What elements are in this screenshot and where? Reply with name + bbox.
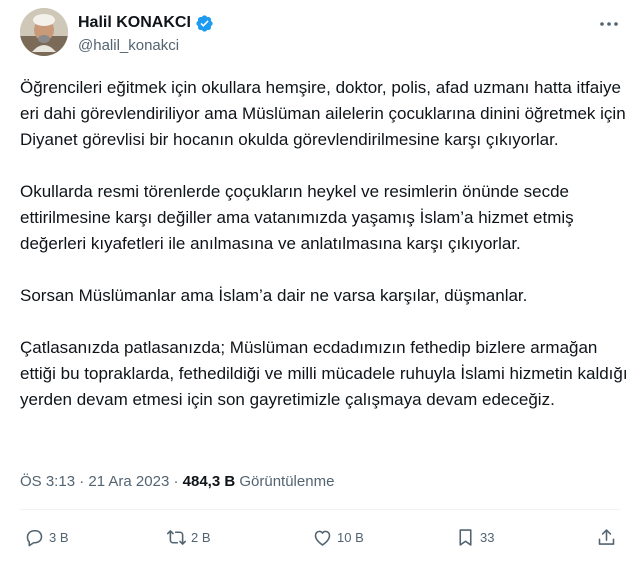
like-count: 10 B bbox=[337, 529, 364, 545]
verified-badge-icon bbox=[195, 14, 214, 33]
tweet-header: Halil KONAKCI @halil_konakci bbox=[20, 8, 626, 58]
share-icon bbox=[598, 528, 615, 545]
views-count[interactable]: 484,3 B bbox=[183, 473, 236, 490]
tweet-paragraph: Okullarda resmi törenlerde çoçukların he… bbox=[20, 182, 574, 253]
timestamp-time[interactable]: ÖS 3:13 bbox=[20, 473, 75, 490]
heart-icon bbox=[314, 530, 331, 546]
retweet-button[interactable]: 2 B bbox=[166, 522, 211, 552]
tweet-meta: ÖS 3:13 · 21 Ara 2023 · 484,3 B Görüntül… bbox=[20, 473, 334, 490]
timestamp-date[interactable]: 21 Ara 2023 bbox=[88, 473, 169, 490]
handle[interactable]: @halil_konakci bbox=[78, 37, 214, 54]
author-names: Halil KONAKCI @halil_konakci bbox=[78, 13, 214, 54]
tweet-paragraph: Öğrencileri eğitmek için okullara hemşir… bbox=[20, 78, 626, 149]
divider bbox=[20, 509, 620, 510]
reply-count: 3 B bbox=[49, 529, 69, 545]
tweet-text: Öğrencileri eğitmek için okullara hemşir… bbox=[20, 75, 630, 439]
retweet-count: 2 B bbox=[191, 529, 211, 545]
meta-separator: · bbox=[173, 473, 179, 490]
avatar[interactable] bbox=[20, 8, 68, 56]
reply-button[interactable]: 3 B bbox=[24, 522, 69, 552]
bookmark-icon bbox=[459, 528, 472, 546]
bookmark-count: 33 bbox=[480, 529, 495, 545]
like-button[interactable]: 10 B bbox=[312, 522, 364, 552]
action-bar: 3 B 2 B 10 B 33 bbox=[0, 522, 640, 552]
views-label: Görüntülenme bbox=[239, 473, 335, 490]
tweet-paragraph: Çatlasanızda patlasanızda; Müslüman ecda… bbox=[20, 338, 628, 409]
display-name[interactable]: Halil KONAKCI bbox=[78, 14, 191, 32]
tweet-paragraph: Sorsan Müslümanlar ama İslam’a dair ne v… bbox=[20, 286, 528, 305]
retweet-icon bbox=[166, 529, 187, 545]
meta-separator: · bbox=[79, 473, 85, 490]
reply-icon bbox=[26, 529, 43, 546]
more-horizontal-icon[interactable] bbox=[598, 14, 620, 34]
tweet: Halil KONAKCI @halil_konakci Öğrencileri… bbox=[0, 0, 640, 561]
share-button[interactable] bbox=[596, 522, 617, 552]
bookmark-button[interactable]: 33 bbox=[455, 522, 494, 552]
